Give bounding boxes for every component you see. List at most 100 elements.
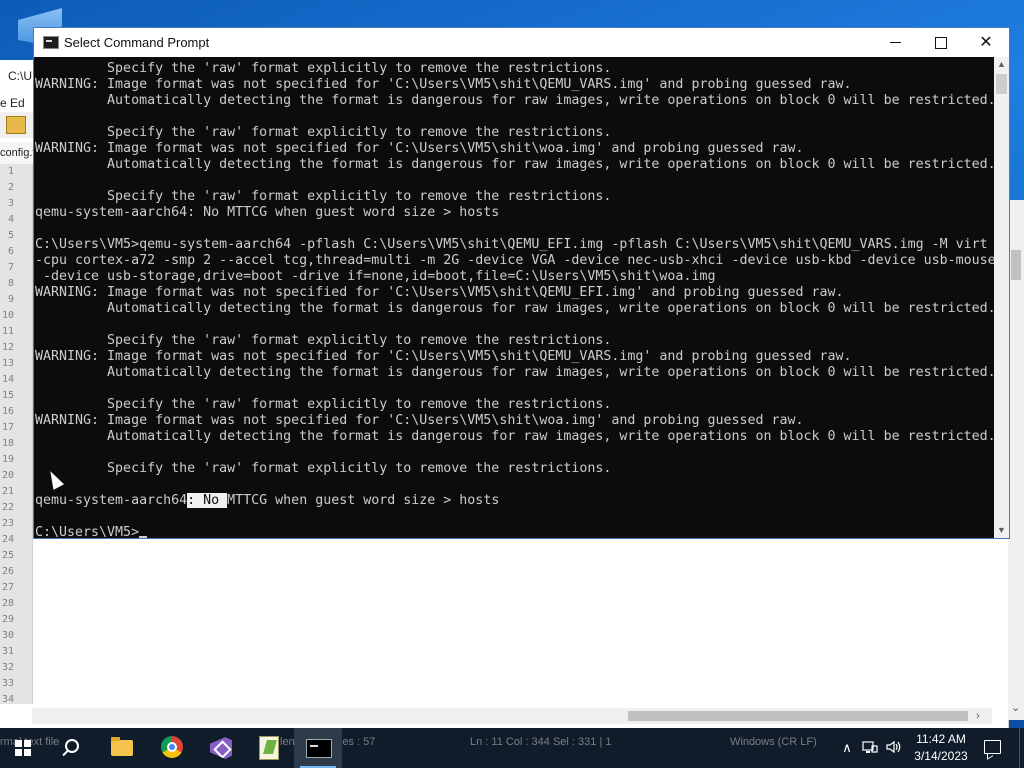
network-icon[interactable] [862,739,878,757]
line-number: 25 [1,550,14,561]
scroll-up-icon[interactable]: ▲ [994,57,1009,72]
minimize-button[interactable] [872,28,918,57]
console-output[interactable]: Specify the 'raw' format explicitly to r… [34,57,994,538]
line-number: 34 [1,694,14,705]
console-line: WARNING: Image format was not specified … [35,285,844,300]
show-hidden-icons-chevron-icon[interactable]: ∧ [839,739,855,757]
line-number: 19 [1,454,14,465]
scroll-down-icon[interactable]: ▼ [994,523,1009,538]
line-number: 24 [1,534,14,545]
line-number: 30 [1,630,14,641]
console-line: C:\Users\VM5>qemu-system-aarch64 -pflash… [35,237,988,252]
maximize-button[interactable] [918,28,964,57]
search-icon [65,739,79,753]
line-number: 4 [7,214,14,225]
volume-icon[interactable] [885,739,901,757]
console-line: WARNING: Image format was not specified … [35,349,852,364]
status-position: Ln : 11 Col : 344 Sel : 331 | 1 [470,736,612,748]
line-number: 32 [1,662,14,673]
line-number: 28 [1,598,14,609]
clock-date: 3/14/2023 [914,749,968,763]
command-prompt-icon [306,739,332,758]
line-number: 5 [7,230,14,241]
console-line: WARNING: Image format was not specified … [35,77,852,92]
console-line: WARNING: Image format was not specified … [35,141,804,156]
line-number: 33 [1,678,14,689]
line-number: 13 [1,358,14,369]
scroll-down-icon[interactable]: ⌄ [1011,700,1020,716]
editor-tab-bar: config.t [0,142,34,165]
console-line: qemu-system-aarch64: No MTTCG when guest… [35,205,500,220]
open-file-icon[interactable] [6,116,26,134]
taskbar: rmal text file length : 2, lines : 57 Ln… [0,728,1024,768]
close-button[interactable]: ✕ [963,28,1009,57]
window-title: Select Command Prompt [64,35,210,50]
close-icon: ✕ [979,34,993,51]
editor-horizontal-scrollbar[interactable]: › [32,708,992,724]
console-line-selected[interactable]: qemu-system-aarch64: No MTTCG when guest… [35,493,994,509]
editor-vertical-scroll-thumb[interactable] [1011,250,1021,280]
taskbar-file-explorer[interactable] [98,728,146,768]
line-number: 26 [1,566,14,577]
console-vertical-scrollbar[interactable]: ▲ ▼ [994,57,1009,538]
visual-studio-icon [210,737,232,759]
line-number: 9 [7,294,14,305]
windows-start-icon [15,740,31,756]
notifications-icon[interactable] [984,740,1001,754]
command-input[interactable]: C:\Users\VM5> [35,525,994,538]
editor-tab-config[interactable]: config.t [0,144,34,162]
console-line: -cpu cortex-a72 -smp 2 --accel tcg,threa… [35,253,994,268]
editor-vertical-scrollbar[interactable]: ⌄ [1008,200,1024,720]
console-line: Automatically detecting the format is da… [35,365,994,380]
notepad-plus-plus-icon [259,736,279,760]
line-number: 23 [1,518,14,529]
console-scroll-thumb[interactable] [996,74,1007,94]
clock-time: 11:42 AM [916,732,966,746]
line-number: 16 [1,406,14,417]
console-line: Specify the 'raw' format explicitly to r… [35,397,612,412]
console-line: Specify the 'raw' format explicitly to r… [35,461,612,476]
line-number: 6 [7,246,14,257]
taskbar-notepad-plus-plus[interactable] [245,728,293,768]
editor-toolbar [0,112,34,138]
line-number: 27 [1,582,14,593]
text-selection[interactable]: : No [187,493,228,508]
title-bar[interactable]: Select Command Prompt ✕ [34,28,1009,57]
start-button[interactable] [0,728,48,768]
system-clock[interactable]: 11:42 AM 3/14/2023 [908,731,974,765]
show-desktop-button[interactable] [1019,728,1024,768]
console-line: Automatically detecting the format is da… [35,93,994,108]
line-number: 1 [7,166,14,177]
line-number: 29 [1,614,14,625]
line-number: 17 [1,422,14,433]
line-number: 8 [7,278,14,289]
command-prompt-window[interactable]: Select Command Prompt ✕ Specify the 'raw… [33,27,1010,539]
taskbar-visual-studio[interactable] [197,728,245,768]
search-button[interactable] [48,728,96,768]
line-number: 18 [1,438,14,449]
line-number: 2 [7,182,14,193]
taskbar-command-prompt[interactable] [294,728,342,768]
console-line: Automatically detecting the format is da… [35,429,994,444]
prompt-text: C:\Users\VM5> [35,525,140,538]
line-number: 10 [1,310,14,321]
line-number: 3 [7,198,14,209]
line-number: 21 [1,486,14,497]
folder-icon [111,737,133,756]
editor-horizontal-scroll-thumb[interactable] [628,711,968,721]
maximize-icon [935,36,947,49]
line-number: 22 [1,502,14,513]
editor-menu-bar[interactable]: e Ed [0,94,34,112]
console-line: Specify the 'raw' format explicitly to r… [35,333,612,348]
command-prompt-icon [43,36,59,49]
line-number: 7 [7,262,14,273]
taskbar-chrome[interactable] [148,728,196,768]
console-line: Automatically detecting the format is da… [35,157,994,172]
scroll-right-icon[interactable]: › [976,708,980,724]
